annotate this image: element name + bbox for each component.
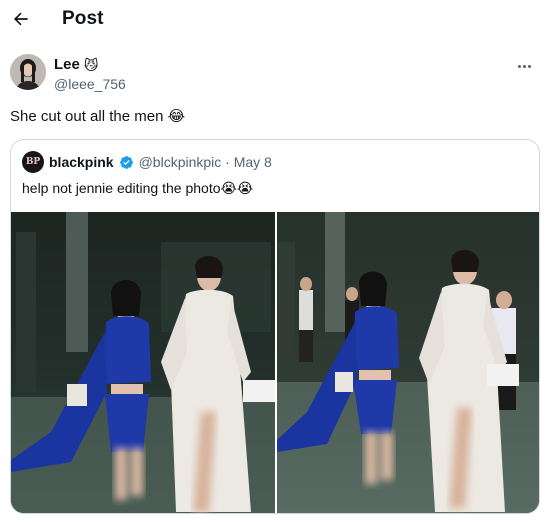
arrow-left-icon (13, 12, 28, 26)
more-dots-icon (517, 64, 521, 68)
photo-left-image (11, 212, 275, 513)
post-text: She cut out all the men 😂 (10, 108, 186, 125)
top-bar: Post (0, 0, 548, 38)
quoted-handle-date[interactable]: @blckpinkpic · May 8 (139, 154, 272, 170)
photo-left[interactable] (11, 212, 275, 513)
author-name[interactable]: Lee 😼 (54, 56, 98, 73)
photo-right[interactable] (277, 212, 539, 513)
photo-right-image (277, 212, 539, 513)
quoted-post-header: BP blackpink @blckpinkpic · May 8 (22, 151, 272, 173)
quoted-author-name[interactable]: blackpink (49, 154, 114, 170)
quoted-post-card[interactable]: BP blackpink @blckpinkpic · May 8 help n… (10, 139, 540, 514)
cat-emoji: 😼 (83, 56, 99, 73)
verified-badge-icon (119, 155, 133, 169)
quoted-media-grid (11, 212, 539, 513)
quoted-avatar[interactable]: BP (22, 151, 44, 173)
quoted-post-text: help not jennie editing the photo😭😭 (22, 180, 254, 196)
more-options-button[interactable] (512, 56, 536, 76)
back-button[interactable] (6, 4, 36, 34)
avatar[interactable] (10, 54, 46, 90)
post-author-row: Lee 😼 @leee_756 (0, 50, 548, 98)
page-title: Post (62, 8, 104, 29)
author-handle[interactable]: @leee_756 (54, 76, 126, 92)
